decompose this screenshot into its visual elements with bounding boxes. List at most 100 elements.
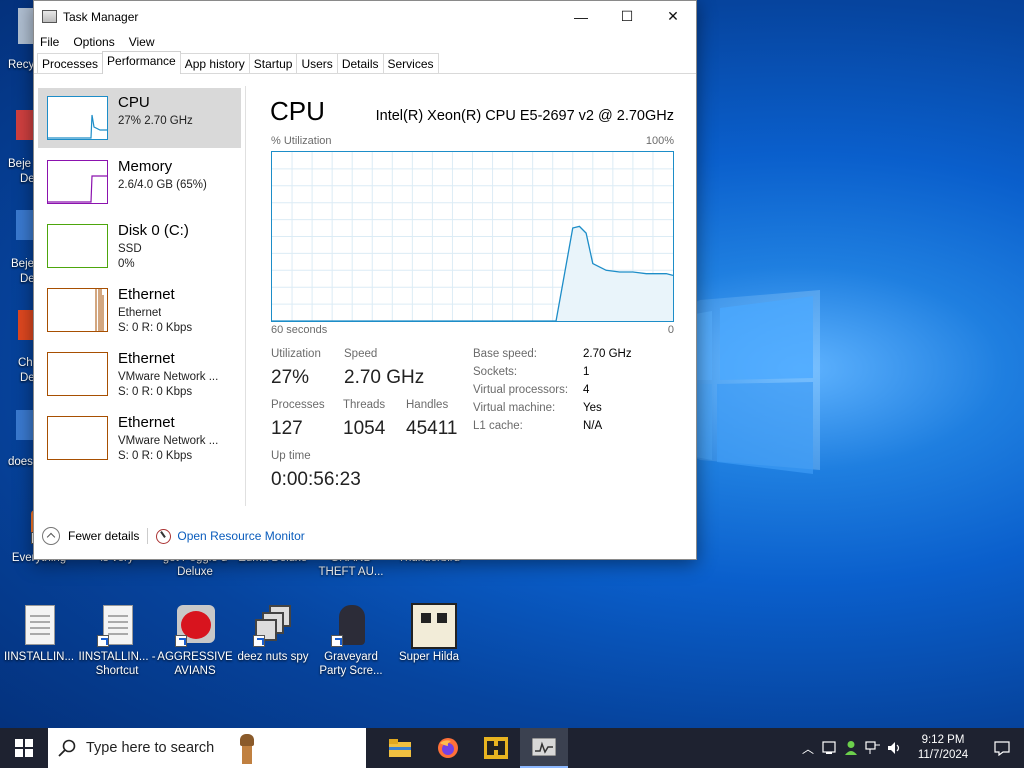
peek-label: Beje — [8, 158, 32, 170]
start-button[interactable] — [0, 728, 48, 768]
sidebar-item-sub: VMware Network ... — [118, 371, 219, 383]
speed-label: Speed — [344, 348, 378, 360]
title-bar[interactable]: Task Manager — ☐ ✕ — [34, 1, 696, 32]
chevron-up-icon[interactable]: ︿ — [798, 740, 818, 757]
sidebar-item-sub: 27% 2.70 GHz — [118, 115, 193, 127]
sidebar-item-label: Ethernet — [118, 350, 175, 367]
tab-startup[interactable]: Startup — [248, 53, 298, 73]
detail-key: Base speed: — [473, 348, 537, 360]
processes-value: 127 — [271, 418, 303, 439]
shortcut-arrow-icon — [97, 635, 109, 647]
ethernet-mini-graph — [47, 352, 108, 396]
graph-y-max-label: 100% — [645, 135, 674, 147]
menu-file[interactable]: File — [40, 35, 59, 49]
sidebar-item-sub: VMware Network ... — [118, 435, 219, 447]
desktop-icon-aggressive-avians[interactable]: AGGRESSIVE AVIANS — [156, 603, 234, 678]
ethernet-mini-graph — [47, 416, 108, 460]
search-highlight-icon — [230, 734, 260, 766]
detail-value: 2.70 GHz — [583, 348, 632, 360]
tab-users[interactable]: Users — [296, 53, 338, 73]
desktop-icon-super-hilda[interactable]: Super Hilda — [390, 603, 468, 664]
sidebar-item-disk[interactable]: Disk 0 (C:) SSD 0% — [38, 216, 241, 276]
taskbar-firefox[interactable] — [424, 728, 472, 768]
menu-view[interactable]: View — [129, 35, 155, 49]
detail-value: Yes — [583, 402, 602, 414]
peek-label: Beje — [11, 258, 35, 270]
open-resource-monitor-link[interactable]: Open Resource Monitor — [177, 529, 304, 543]
close-button[interactable]: ✕ — [650, 2, 696, 32]
super-hilda-icon — [407, 603, 457, 649]
maximize-button[interactable]: ☐ — [604, 2, 650, 32]
menu-options[interactable]: Options — [73, 35, 114, 49]
detail-value: 1 — [583, 366, 590, 378]
sidebar-item-label: CPU — [118, 94, 150, 111]
desktop-icon-installing-shortcut[interactable]: IINSTALLIN... - Shortcut — [78, 603, 156, 678]
utilization-label: Utilization — [271, 348, 321, 360]
sidebar-item-ethernet-3[interactable]: Ethernet VMware Network ... S: 0 R: 0 Kb… — [38, 408, 241, 468]
detail-key: Virtual machine: — [473, 402, 556, 414]
page-title: CPU — [270, 96, 325, 126]
folder-icon — [389, 739, 411, 757]
sidebar-item-sub: S: 0 R: 0 Kbps — [118, 450, 193, 462]
desktop-icon-label: IINSTALLIN... - Shortcut — [78, 651, 156, 677]
sidebar-item-ethernet-2[interactable]: Ethernet VMware Network ... S: 0 R: 0 Kb… — [38, 344, 241, 404]
task-manager-window[interactable]: Task Manager — ☐ ✕ File Options View Pro… — [33, 0, 697, 560]
taskbar-app-yellow[interactable] — [472, 728, 520, 768]
desktop-icon-label: AGGRESSIVE AVIANS — [157, 651, 233, 677]
volume-icon[interactable] — [884, 741, 906, 755]
network-status-icon[interactable] — [818, 741, 840, 755]
search-placeholder: Type here to search — [86, 740, 215, 756]
graveyard-icon — [329, 603, 373, 647]
sidebar-item-sub: S: 0 R: 0 Kbps — [118, 322, 193, 334]
cpu-mini-graph — [47, 96, 108, 140]
minimize-button[interactable]: — — [558, 2, 604, 32]
sidebar-item-label: Ethernet — [118, 286, 175, 303]
tab-performance[interactable]: Performance — [102, 51, 181, 74]
sidebar-item-label: Disk 0 (C:) — [118, 222, 189, 239]
windows-logo-icon — [15, 739, 33, 757]
desktop-icon-installing-1[interactable]: IINSTALLIN... — [0, 603, 78, 664]
firefox-icon — [438, 738, 458, 758]
tab-app-history[interactable]: App history — [179, 53, 250, 73]
footer-divider — [147, 528, 149, 544]
desktop-icon-deez-nuts-spy[interactable]: deez nuts spy — [234, 603, 312, 664]
sidebar-item-sub: 2.6/4.0 GB (65%) — [118, 179, 207, 191]
sidebar-item-ethernet-1[interactable]: Ethernet Ethernet S: 0 R: 0 Kbps — [38, 280, 241, 340]
speed-value: 2.70 GHz — [344, 367, 425, 388]
user-icon[interactable] — [840, 740, 862, 756]
desktop-icon-label: Super Hilda — [398, 651, 460, 663]
sidebar-item-cpu[interactable]: CPU 27% 2.70 GHz — [38, 88, 241, 148]
clock-date: 11/7/2024 — [917, 749, 969, 761]
cpu-graph-svg — [272, 152, 674, 322]
sidebar-item-sub: Ethernet — [118, 307, 162, 319]
window-title: Task Manager — [63, 9, 139, 24]
peek-label: does — [8, 456, 33, 468]
graph-x-right-label: 0 — [667, 324, 674, 336]
search-icon — [58, 739, 76, 757]
tab-details[interactable]: Details — [336, 53, 384, 73]
chevron-up-icon[interactable] — [42, 527, 60, 545]
taskbar-file-explorer[interactable] — [376, 728, 424, 768]
shortcut-arrow-icon — [175, 635, 187, 647]
fewer-details-link[interactable]: Fewer details — [68, 529, 139, 543]
search-box[interactable]: Type here to search — [48, 728, 366, 768]
threads-value: 1054 — [343, 418, 386, 439]
peek-label: Recy — [8, 59, 35, 71]
desktop-icon-label: Graveyard Party Scre... — [319, 651, 383, 677]
clock[interactable]: 9:12 PM 11/7/2024 — [906, 733, 980, 763]
tab-processes[interactable]: Processes — [37, 53, 104, 73]
handles-value: 45411 — [406, 418, 458, 439]
shortcut-arrow-icon — [331, 635, 343, 647]
detail-value: N/A — [583, 420, 603, 432]
taskbar: Type here to search ︿ 9:12 PM 11/7/2024 — [0, 728, 1024, 768]
notification-icon[interactable] — [980, 740, 1024, 756]
sidebar-item-label: Ethernet — [118, 414, 175, 431]
desktop-icon-graveyard[interactable]: Graveyard Party Scre... — [312, 603, 390, 678]
tab-services[interactable]: Services — [382, 53, 439, 73]
taskbar-task-manager[interactable] — [520, 728, 568, 768]
cpu-utilization-graph[interactable] — [271, 151, 674, 322]
detail-key: Virtual processors: — [473, 384, 569, 396]
sidebar-item-memory[interactable]: Memory 2.6/4.0 GB (65%) — [38, 152, 241, 212]
ethernet-icon[interactable] — [862, 741, 884, 755]
peek-label: Ch — [18, 357, 33, 369]
